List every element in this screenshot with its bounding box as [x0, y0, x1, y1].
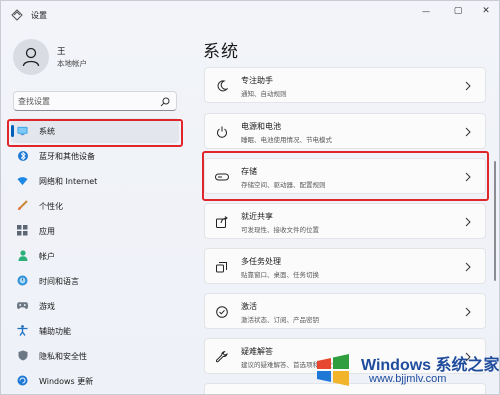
chevron-right-icon	[463, 261, 473, 273]
card-storage[interactable]: 存储 存储空间、驱动器、配置规则	[204, 158, 486, 194]
chevron-right-icon	[463, 306, 473, 318]
wifi-icon	[17, 175, 28, 186]
sidebar-item-accounts[interactable]: 帐户	[11, 243, 179, 268]
card-focus-assist[interactable]: 专注助手 通知、自动规则	[204, 67, 486, 103]
card-subtitle: 通知、自动规则	[241, 90, 287, 98]
sidebar-item-label: 隐私和安全性	[39, 352, 87, 361]
card-subtitle: 激活状态、订阅、产品密钥	[241, 316, 319, 324]
wrench-icon	[215, 350, 229, 364]
card-power-battery[interactable]: 电源和电池 睡眠、电池使用情况、节电模式	[204, 113, 486, 149]
brush-icon	[17, 200, 28, 211]
card-multitasking[interactable]: 多任务处理 贴靠窗口、桌面、任务切换	[204, 248, 486, 284]
chevron-right-icon	[463, 126, 473, 138]
search-icon[interactable]	[160, 97, 170, 107]
sidebar-item-label: 网络和 Internet	[39, 177, 98, 186]
card-subtitle: 存储空间、驱动器、配置规则	[241, 181, 326, 189]
search-input[interactable]	[18, 94, 158, 109]
sidebar-item-label: 辅助功能	[39, 327, 71, 336]
active-indicator	[11, 125, 14, 137]
bluetooth-icon	[17, 150, 28, 161]
windows-logo-icon	[317, 354, 349, 386]
card-title: 多任务处理	[241, 257, 281, 266]
sidebar-item-windows-update[interactable]: Windows 更新	[11, 368, 179, 393]
person-icon	[22, 47, 40, 67]
storage-icon	[215, 170, 229, 184]
moon-icon	[215, 79, 229, 93]
chevron-right-icon	[463, 171, 473, 183]
chevron-right-icon	[463, 80, 473, 92]
card-title: 专注助手	[241, 76, 273, 85]
person-icon	[17, 250, 28, 261]
scrollbar[interactable]	[494, 161, 496, 281]
card-title: 就近共享	[241, 212, 273, 221]
watermark-title: Windows 系统之家	[361, 351, 500, 375]
globe-clock-icon	[17, 275, 28, 286]
watermark: Windows 系统之家 www.bjjmlv.com	[309, 343, 499, 393]
watermark-url: www.bjjmlv.com	[369, 373, 447, 385]
sidebar-item-system[interactable]: 系统	[11, 118, 179, 143]
window-title: 设置	[31, 11, 47, 20]
minimize-icon: —	[422, 6, 430, 16]
sidebar-item-accessibility[interactable]: 辅助功能	[11, 318, 179, 343]
sidebar-item-label: 个性化	[39, 202, 63, 211]
sidebar-item-label: 时间和语言	[39, 277, 79, 286]
close-icon: ✕	[482, 6, 490, 16]
shield-icon	[17, 350, 28, 361]
search-box[interactable]	[13, 91, 177, 111]
card-title: 疑难解答	[241, 347, 273, 356]
apps-icon	[17, 225, 28, 236]
sidebar-item-label: 应用	[39, 227, 55, 236]
card-title: 电源和电池	[241, 122, 281, 131]
sidebar-item-label: 蓝牙和其他设备	[39, 152, 95, 161]
card-subtitle: 睡眠、电池使用情况、节电模式	[241, 136, 332, 144]
user-account-type: 本地帐户	[57, 59, 87, 68]
sidebar-item-privacy[interactable]: 隐私和安全性	[11, 343, 179, 368]
avatar[interactable]	[13, 39, 49, 75]
sidebar-item-time-language[interactable]: 时间和语言	[11, 268, 179, 293]
card-subtitle: 可发现性、接收文件的位置	[241, 226, 319, 234]
maximize-button[interactable]: ▢	[443, 1, 473, 21]
settings-window: 设置 — ▢ ✕ 王 本地帐户 系统	[0, 0, 500, 395]
card-title: 存储	[241, 167, 257, 176]
close-button[interactable]: ✕	[471, 1, 499, 21]
sidebar-item-personalization[interactable]: 个性化	[11, 193, 179, 218]
power-icon	[215, 125, 229, 139]
watermark-windows-text: Windows	[361, 357, 432, 374]
card-title: 激活	[241, 302, 257, 311]
chevron-right-icon	[463, 216, 473, 228]
sidebar-item-label: 游戏	[39, 302, 55, 311]
settings-app-icon	[11, 9, 23, 21]
page-title: 系统	[203, 42, 239, 62]
card-activation[interactable]: 激活 激活状态、订阅、产品密钥	[204, 293, 486, 329]
title-bar: 设置 — ▢ ✕	[1, 1, 499, 31]
sidebar-item-apps[interactable]: 应用	[11, 218, 179, 243]
multitask-icon	[215, 260, 229, 274]
card-subtitle: 贴靠窗口、桌面、任务切换	[241, 271, 319, 279]
gamepad-icon	[17, 300, 28, 311]
sidebar-item-label: Windows 更新	[39, 377, 94, 386]
user-name: 王	[57, 47, 66, 57]
sidebar-item-network[interactable]: 网络和 Internet	[11, 168, 179, 193]
monitor-icon	[17, 125, 28, 136]
sidebar-item-label: 帐户	[39, 252, 55, 261]
share-icon	[215, 215, 229, 229]
sidebar-nav: 系统 蓝牙和其他设备 网络和 Internet 个性化 应用 帐户 时间和语言 …	[11, 118, 181, 393]
accessibility-icon	[17, 325, 28, 336]
watermark-cn-text: 系统之家	[435, 357, 500, 374]
sidebar-item-label: 系统	[39, 127, 55, 136]
check-circle-icon	[215, 305, 229, 319]
minimize-button[interactable]: —	[411, 1, 441, 21]
card-nearby-sharing[interactable]: 就近共享 可发现性、接收文件的位置	[204, 203, 486, 239]
maximize-icon: ▢	[453, 6, 463, 16]
sidebar-item-bluetooth[interactable]: 蓝牙和其他设备	[11, 143, 179, 168]
sidebar-item-gaming[interactable]: 游戏	[11, 293, 179, 318]
update-icon	[17, 375, 28, 386]
